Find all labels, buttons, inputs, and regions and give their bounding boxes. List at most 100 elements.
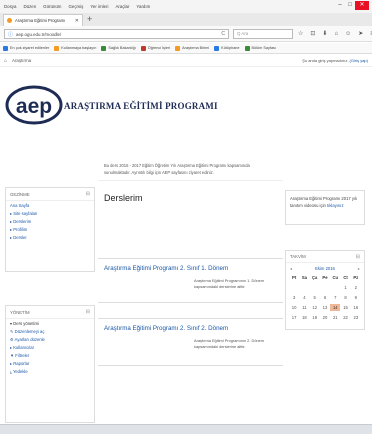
login-link[interactable]: (Giriş yap) (350, 58, 368, 63)
calendar-day[interactable]: 13 (320, 304, 330, 311)
admin-item-reports[interactable]: ▸ Raporlar (6, 359, 94, 367)
calendar-day[interactable]: 1 (340, 284, 350, 291)
course-description: Araştırma Eğitimi Programının 2. Dönem k… (194, 338, 265, 349)
favicon-icon (7, 18, 12, 23)
calendar-day[interactable]: 20 (320, 314, 330, 321)
reload-icon[interactable]: C (221, 31, 225, 37)
calendar-day (299, 284, 309, 291)
calendar-day[interactable]: 5 (310, 294, 320, 301)
calendar-day[interactable]: 9 (351, 294, 361, 301)
download-icon[interactable]: ⬇ (322, 29, 327, 39)
course-card: Araştırma Eğitimi Programı 2. Sınıf 2. D… (98, 318, 283, 366)
calendar-day[interactable]: 17 (289, 314, 299, 321)
tab-active[interactable]: Araştırma Eğitimi Programı ✕ (3, 14, 83, 26)
bookmark-icon (214, 45, 220, 51)
site-brand-link[interactable]: Araştırma (12, 58, 31, 63)
home-icon[interactable]: ⌂ (334, 29, 338, 39)
bookmark-item[interactable]: Sağlık Bakanlığı (101, 45, 136, 51)
nav-item-profile[interactable]: ▸ Profilim (6, 225, 94, 233)
calendar-day[interactable]: 6 (320, 294, 330, 301)
calendar-next-icon[interactable]: ▸ (358, 266, 360, 271)
menu-tools[interactable]: Araçlar (116, 4, 130, 9)
new-tab-button[interactable]: + (87, 14, 92, 25)
address-bar[interactable]: ⓘ aep.ogu.edu.tr/moodle/ C (4, 29, 229, 39)
menu-edit[interactable]: Düzen (23, 4, 36, 9)
calendar-day[interactable]: 3 (289, 294, 299, 301)
course-description: Araştırma Eğitimi Programının 1. Dönem k… (194, 278, 265, 289)
calendar-weekday: Ça (312, 275, 318, 280)
close-window-button[interactable]: ✕ (355, 1, 369, 10)
admin-item-course-admin[interactable]: ▾ Ders yönetimi (6, 319, 94, 327)
info-link[interactable]: tıklayınız (327, 203, 344, 208)
logo-text: aep (16, 95, 52, 118)
menu-file[interactable]: Dosya (4, 4, 16, 9)
collapse-icon[interactable]: ⊟ (86, 309, 90, 315)
site-home-icon[interactable]: ⌂ (4, 58, 7, 64)
bookmark-star-icon[interactable]: ☆ (298, 29, 303, 39)
calendar-day[interactable]: 4 (299, 294, 309, 301)
info-text: Araştırma Eğitimi Programı 2017 yılı tan… (286, 191, 364, 213)
aep-logo[interactable]: aep (5, 85, 63, 125)
info-block: Araştırma Eğitimi Programı 2017 yılı tan… (285, 190, 365, 225)
calendar-day[interactable]: 22 (340, 314, 350, 321)
nav-item-home[interactable]: Ana Sayfa (6, 201, 94, 209)
info-text-body: Araştırma Eğitimi Programı 2017 yılı tan… (290, 196, 358, 208)
admin-item-users[interactable]: ▸ Kullanıcılar (6, 343, 94, 351)
calendar-day[interactable]: 12 (310, 304, 320, 311)
share-icon[interactable]: ➤ (358, 29, 363, 39)
calendar-day[interactable]: 7 (330, 294, 340, 301)
bookmark-item[interactable]: En çok ziyaret edilenler (3, 45, 49, 51)
account-icon[interactable]: ☺ (345, 29, 351, 39)
calendar-day[interactable]: 23 (351, 314, 361, 321)
collapse-icon[interactable]: ⊟ (86, 191, 90, 197)
minimize-button[interactable]: – (335, 1, 345, 10)
menu-view[interactable]: Görünüm (43, 4, 61, 9)
bookmark-item[interactable]: Kullanmaya başlayın (54, 45, 96, 51)
bookmark-icon (175, 45, 181, 51)
calendar-day[interactable]: 8 (340, 294, 350, 301)
calendar-day[interactable]: 15 (340, 304, 350, 311)
calendar-day[interactable]: 11 (299, 304, 309, 311)
menu-history[interactable]: Geçmiş (68, 4, 83, 9)
calendar-day[interactable]: 14 (330, 304, 341, 311)
menu-help[interactable]: Yardım (136, 4, 150, 9)
admin-item-settings[interactable]: ⚙ Ayarları düzenle (6, 335, 94, 343)
collapse-icon[interactable]: ⊟ (356, 254, 360, 260)
nav-item-my-courses[interactable]: ▸ Derslerim (6, 217, 94, 225)
search-input[interactable]: Q Ara (233, 29, 293, 39)
navigation-block-header: GEZİNME ⊟ (6, 188, 94, 201)
navigation-toolbar: ⓘ aep.ogu.edu.tr/moodle/ C Q Ara ☆ ⊡ ⬇ ⌂… (0, 26, 372, 42)
calendar-prev-icon[interactable]: ◂ (290, 266, 292, 271)
bookmark-item[interactable]: Kütüphane (214, 45, 240, 51)
calendar-day[interactable]: 19 (310, 314, 320, 321)
toolbar-icons: ☆ ⊡ ⬇ ⌂ ☺ ➤ ≡ (298, 29, 372, 39)
calendar-day (310, 284, 320, 291)
calendar-day[interactable]: 21 (330, 314, 340, 321)
admin-item-edit-mode[interactable]: ✎ Düzenlemeyi aç (6, 327, 94, 335)
nav-item-site-pages[interactable]: ▸ Site sayfaları (6, 209, 94, 217)
intro-text: Bu ders 2016 - 2017 Eğitim Öğretim Yılı … (98, 158, 283, 181)
url-text[interactable]: aep.ogu.edu.tr/moodle/ (16, 32, 218, 37)
calendar-day[interactable]: 10 (289, 304, 299, 311)
tab-close-icon[interactable]: ✕ (75, 18, 79, 24)
calendar-day[interactable]: 18 (299, 314, 309, 321)
nav-item-courses[interactable]: ▸ Dersler (6, 233, 94, 241)
maximize-button[interactable]: □ (345, 1, 355, 10)
bookmark-item[interactable]: Araştırma Birimi (175, 45, 209, 51)
course-title-link[interactable]: Araştırma Eğitimi Programı 2. Sınıf 1. D… (98, 259, 283, 276)
navigation-block-title: GEZİNME (10, 191, 30, 197)
tab-strip: Araştırma Eğitimi Programı ✕ + (0, 13, 372, 26)
library-icon[interactable]: ⊡ (310, 29, 315, 39)
calendar-day (289, 284, 299, 291)
calendar-day[interactable]: 2 (351, 284, 361, 291)
course-title-link[interactable]: Araştırma Eğitimi Programı 2. Sınıf 2. D… (98, 319, 283, 336)
admin-item-filters[interactable]: ▼ Filtreler (6, 351, 94, 359)
bookmark-item[interactable]: Öğrenci İşleri (140, 45, 170, 51)
menu-bookmarks[interactable]: Yer imleri (90, 4, 108, 9)
site-info-icon[interactable]: ⓘ (8, 31, 13, 38)
calendar-day[interactable]: 16 (351, 304, 361, 311)
admin-item-backup[interactable]: ⤓ Yedekle (6, 367, 94, 375)
bookmark-item[interactable]: Bölüm Sayfası (244, 45, 276, 51)
site-header: aep ARAŞTIRMA EĞİTİMİ PROGRAMI (0, 68, 372, 158)
calendar-month-link[interactable]: Ekim 2016 (315, 266, 335, 271)
